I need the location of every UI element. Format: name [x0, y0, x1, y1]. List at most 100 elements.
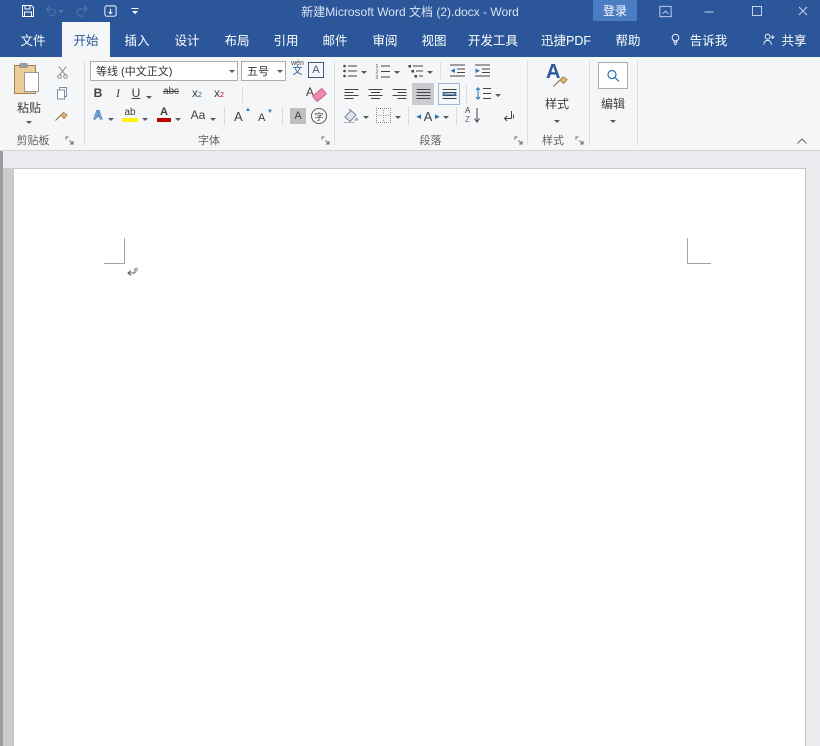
multilevel-caret[interactable]	[427, 71, 433, 77]
paragraph-dialog-launcher[interactable]	[514, 136, 524, 146]
font-size-combo[interactable]: 五号	[241, 61, 286, 81]
format-painter-button[interactable]	[52, 105, 72, 123]
format-painter-brush-icon	[54, 107, 70, 122]
editing-button[interactable]: 编辑	[596, 61, 630, 131]
group-separator	[527, 61, 528, 145]
align-center-button[interactable]	[365, 85, 385, 103]
chevron-up-icon	[796, 137, 808, 145]
cut-button[interactable]	[52, 63, 72, 81]
numbering-caret[interactable]	[394, 71, 400, 77]
decrease-indent-button[interactable]	[447, 62, 467, 79]
show-hide-marks-button[interactable]	[498, 107, 516, 125]
share-button[interactable]: 共享	[755, 22, 813, 57]
multilevel-list-button[interactable]	[407, 62, 425, 79]
paste-caret	[26, 121, 32, 127]
increase-indent-button[interactable]	[472, 62, 492, 79]
font-color-caret[interactable]	[175, 118, 181, 124]
tab-help[interactable]: 帮助	[606, 22, 650, 57]
justify-button[interactable]	[412, 83, 434, 105]
highlight-color-button[interactable]: ab	[121, 107, 139, 125]
page-left-gutter	[3, 168, 13, 746]
collapse-ribbon-button[interactable]	[796, 137, 812, 149]
close-button[interactable]	[788, 0, 818, 22]
customize-quick-access-button[interactable]	[125, 2, 145, 20]
font-dialog-launcher[interactable]	[321, 136, 331, 146]
character-border-button[interactable]: A	[308, 62, 324, 78]
touch-mouse-mode-button[interactable]	[100, 2, 120, 20]
styles-button[interactable]: A 样式	[534, 61, 580, 131]
save-button[interactable]	[18, 2, 38, 20]
phonetic-guide-button[interactable]: wén 文	[289, 60, 306, 81]
change-case-caret[interactable]	[210, 118, 216, 124]
undo-button[interactable]	[44, 2, 64, 20]
save-icon	[21, 4, 35, 18]
document-canvas[interactable]	[0, 151, 820, 746]
styles-dialog-launcher[interactable]	[575, 136, 585, 146]
minimize-button[interactable]	[694, 0, 724, 22]
tab-insert[interactable]: 插入	[114, 22, 160, 57]
grow-font-button[interactable]: A ▲	[234, 107, 252, 125]
bullets-button[interactable]	[341, 62, 359, 79]
increase-indent-icon	[474, 63, 491, 78]
font-color-button[interactable]: A	[156, 107, 172, 125]
change-case-button[interactable]: Aa	[188, 109, 208, 121]
shrink-arrow-icon: ▼	[267, 109, 273, 115]
underline-caret[interactable]	[146, 96, 152, 102]
borders-button[interactable]	[376, 108, 391, 123]
redo-button[interactable]	[72, 2, 92, 20]
sort-z-glyph: Z	[465, 115, 470, 124]
asian-layout-button[interactable]: ◄ A ►	[415, 107, 441, 125]
tab-layout[interactable]: 布局	[214, 22, 260, 57]
sort-button[interactable]: A Z	[465, 106, 485, 126]
tab-home[interactable]: 开始	[62, 22, 110, 57]
align-left-button[interactable]	[341, 85, 361, 103]
styles-brush-icon	[552, 71, 570, 88]
shading-caret[interactable]	[363, 116, 369, 122]
tab-pdf-tool[interactable]: 迅捷PDF	[534, 22, 598, 57]
subscript-button[interactable]: x2	[189, 87, 205, 99]
line-spacing-button[interactable]	[473, 84, 493, 103]
superscript-button[interactable]: x2	[211, 87, 227, 99]
ribbon-display-options-button[interactable]	[650, 0, 680, 22]
font-size-caret	[277, 70, 283, 76]
editing-button-label: 编辑	[596, 95, 630, 112]
numbering-button[interactable]: 123	[374, 62, 392, 79]
sign-in-button[interactable]: 登录	[593, 0, 637, 21]
character-border-glyph: A	[312, 64, 319, 76]
paragraph-mark-icon	[500, 109, 515, 124]
minimize-icon	[702, 4, 716, 18]
asian-layout-caret[interactable]	[443, 116, 449, 122]
bullets-caret[interactable]	[361, 71, 367, 77]
tab-view[interactable]: 视图	[412, 22, 456, 57]
tab-mailings[interactable]: 邮件	[312, 22, 358, 57]
align-right-button[interactable]	[389, 85, 409, 103]
paste-button[interactable]: 粘贴	[8, 61, 50, 131]
copy-button[interactable]	[52, 84, 72, 102]
borders-caret[interactable]	[395, 116, 401, 122]
tab-developer[interactable]: 开发工具	[460, 22, 526, 57]
maximize-button[interactable]	[742, 0, 772, 22]
clear-formatting-button[interactable]: A	[306, 85, 328, 103]
character-shading-button[interactable]: A	[290, 108, 306, 124]
italic-button[interactable]: I	[111, 87, 125, 99]
distribute-icon	[442, 88, 457, 101]
tab-review[interactable]: 审阅	[362, 22, 408, 57]
text-effects-button[interactable]: A	[90, 109, 106, 121]
distribute-text-button[interactable]	[438, 83, 460, 105]
clipboard-dialog-launcher[interactable]	[65, 136, 75, 146]
shrink-font-button[interactable]: A ▼	[258, 109, 276, 125]
tab-references[interactable]: 引用	[264, 22, 308, 57]
underline-button[interactable]: U	[129, 87, 143, 99]
text-effects-caret[interactable]	[108, 118, 114, 124]
tab-design[interactable]: 设计	[164, 22, 210, 57]
align-left-icon	[344, 88, 359, 101]
tab-file[interactable]: 文件	[8, 22, 58, 57]
line-spacing-caret[interactable]	[495, 94, 501, 100]
enclose-characters-button[interactable]: 字	[311, 108, 327, 124]
strikethrough-button[interactable]: abc	[159, 87, 183, 97]
highlight-caret[interactable]	[142, 118, 148, 124]
font-name-combo[interactable]: 等线 (中文正文)	[90, 61, 238, 81]
tab-tell-me[interactable]: 告诉我	[660, 22, 736, 57]
shading-button[interactable]	[341, 107, 361, 125]
bold-button[interactable]: B	[90, 87, 106, 99]
